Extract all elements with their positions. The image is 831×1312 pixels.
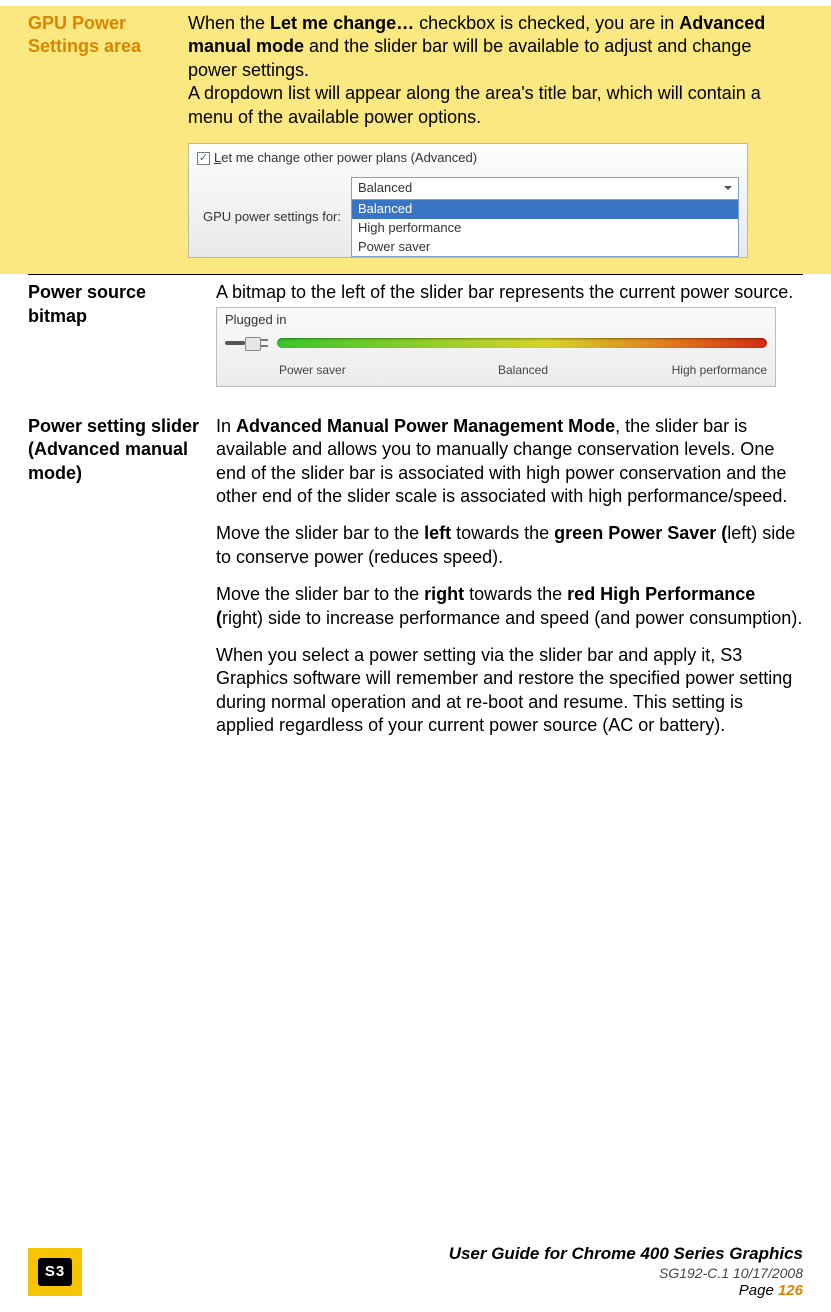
- plugged-in-label: Plugged in: [225, 312, 767, 329]
- power-plan-dropdown[interactable]: Balanced Balanced High performance Power…: [351, 177, 739, 258]
- text: towards the: [451, 523, 554, 543]
- power-source-bitmap-row: Power source bitmap A bitmap to the left…: [28, 274, 803, 394]
- text: right) side to increase performance and …: [222, 608, 802, 628]
- checkbox-label[interactable]: Let me change other power plans (Advance…: [214, 150, 477, 167]
- text: checkbox is checked, you are in: [414, 13, 679, 33]
- s3-logo: S3: [28, 1248, 82, 1296]
- row-body: In Advanced Manual Power Management Mode…: [216, 415, 803, 752]
- row-label: GPU Power Settings area: [0, 12, 188, 59]
- dropdown-selected[interactable]: Balanced: [351, 177, 739, 200]
- text-bold: right: [424, 584, 464, 604]
- text: A dropdown list will appear along the ar…: [188, 83, 761, 126]
- row-body: A bitmap to the left of the slider bar r…: [216, 281, 803, 386]
- dropdown-option[interactable]: Balanced: [352, 200, 738, 219]
- text: When the: [188, 13, 270, 33]
- footer-page: Page 126: [449, 1282, 803, 1301]
- paragraph: When you select a power setting via the …: [216, 644, 803, 738]
- paragraph: When the Let me change… checkbox is chec…: [188, 12, 803, 129]
- slider-label-mid: Balanced: [442, 363, 605, 379]
- row-label: Power source bitmap: [28, 281, 216, 328]
- text-bold: green Power Saver (: [554, 523, 727, 543]
- checkbox-icon[interactable]: ✓: [197, 152, 210, 165]
- plug-icon: [225, 333, 269, 353]
- page-footer: S3 User Guide for Chrome 400 Series Grap…: [0, 1244, 831, 1300]
- text: In: [216, 416, 236, 436]
- power-slider-track[interactable]: [277, 338, 767, 348]
- text-bold: Let me change…: [270, 13, 414, 33]
- gpu-power-settings-row: GPU Power Settings area When the Let me …: [0, 6, 831, 274]
- text: Move the slider bar to the: [216, 523, 424, 543]
- screenshot-slider: Plugged in Power saver Balanced High per…: [216, 307, 776, 387]
- text-bold: left: [424, 523, 451, 543]
- logo-text: S3: [38, 1258, 72, 1286]
- dropdown-list: Balanced High performance Power saver: [351, 200, 739, 258]
- text: et me change other power plans (Advanced…: [221, 150, 477, 165]
- footer-doc-info: SG192-C.1 10/17/2008: [449, 1265, 803, 1283]
- footer-title: User Guide for Chrome 400 Series Graphic…: [449, 1243, 803, 1264]
- row-body: When the Let me change… checkbox is chec…: [188, 12, 831, 258]
- paragraph: A bitmap to the left of the slider bar r…: [216, 282, 793, 302]
- text: Move the slider bar to the: [216, 584, 424, 604]
- paragraph: In Advanced Manual Power Management Mode…: [216, 415, 803, 509]
- screenshot-dropdown: ✓ Let me change other power plans (Advan…: [188, 143, 748, 258]
- field-label: GPU power settings for:: [203, 209, 341, 226]
- row-label: Power setting slider (Advanced manual mo…: [28, 415, 216, 485]
- paragraph: Move the slider bar to the right towards…: [216, 583, 803, 630]
- text-bold: Advanced Manual Power Management Mode: [236, 416, 615, 436]
- slider-label-left: Power saver: [279, 363, 442, 379]
- dropdown-option[interactable]: High performance: [352, 219, 738, 238]
- dropdown-option[interactable]: Power saver: [352, 238, 738, 257]
- power-slider-row: Power setting slider (Advanced manual mo…: [28, 395, 803, 760]
- paragraph: Move the slider bar to the left towards …: [216, 522, 803, 569]
- page-label: Page: [739, 1282, 778, 1299]
- text: towards the: [464, 584, 567, 604]
- slider-label-right: High performance: [604, 363, 767, 379]
- page-number: 126: [778, 1282, 803, 1299]
